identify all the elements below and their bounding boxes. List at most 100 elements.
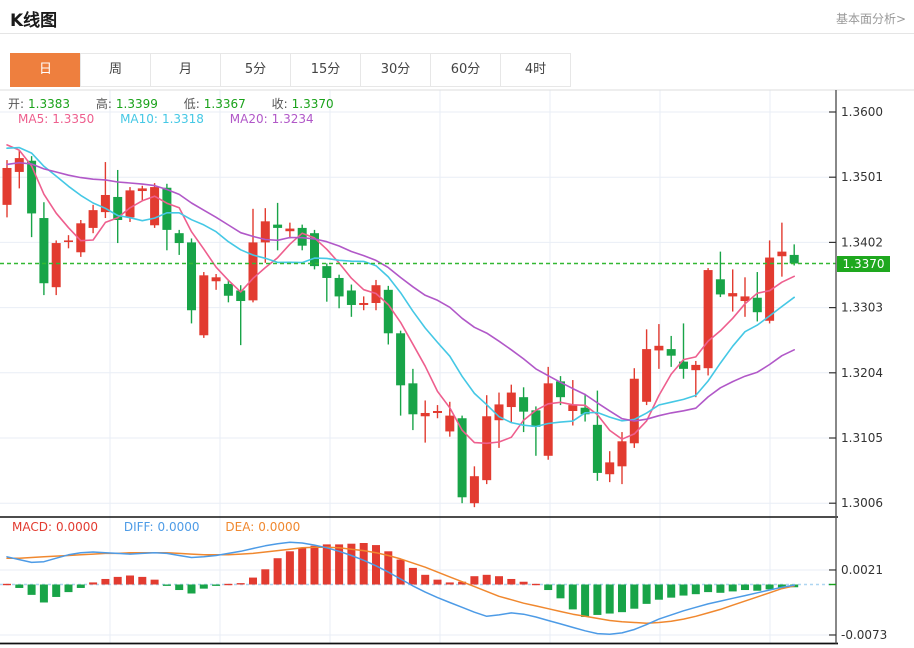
candle-body bbox=[666, 349, 676, 356]
candle-body bbox=[654, 345, 664, 351]
macd-histogram-bar bbox=[593, 584, 602, 615]
kline-chart-canvas[interactable]: 1.3600 1.3501 1.3402 1.3303 1.3204 1.3105 1.30… bbox=[0, 0, 914, 648]
candle-body bbox=[703, 270, 713, 369]
macd-histogram-bar bbox=[285, 551, 294, 585]
candle-body bbox=[162, 187, 172, 230]
macd-histogram-bar bbox=[298, 547, 307, 585]
macd-histogram-bar bbox=[507, 578, 516, 585]
candle-body bbox=[125, 190, 135, 218]
macd-axis-label: 0.0021 bbox=[841, 563, 883, 577]
macd-histogram-bar bbox=[642, 584, 651, 604]
candle-body bbox=[617, 441, 627, 467]
macd-histogram-bar bbox=[556, 584, 565, 599]
macd-histogram-bar bbox=[212, 584, 221, 586]
macd-histogram-bar bbox=[15, 584, 24, 588]
price-axis-label: 1.3105 bbox=[841, 431, 883, 445]
candle-body bbox=[248, 242, 258, 301]
macd-histogram-bar bbox=[654, 584, 663, 600]
candle-body bbox=[174, 233, 184, 244]
macd-histogram-bar bbox=[310, 545, 319, 585]
macd-histogram-bar bbox=[236, 583, 245, 585]
candle-body bbox=[715, 279, 725, 295]
candle-body bbox=[14, 158, 24, 172]
candle-body bbox=[64, 240, 73, 243]
macd-histogram-bar bbox=[445, 582, 454, 585]
price-axis-label: 1.3600 bbox=[841, 105, 883, 119]
macd-histogram-bar bbox=[519, 581, 528, 585]
candle-body bbox=[199, 275, 209, 336]
candle-body bbox=[396, 333, 406, 386]
candle-body bbox=[728, 293, 738, 297]
kline-page: K线图 基本面分析> 日 周 月 5分 15分 30分 60分 4时 1.360… bbox=[0, 0, 914, 648]
macd-histogram-bar bbox=[359, 543, 368, 585]
macd-histogram-bar bbox=[113, 576, 122, 585]
candle-body bbox=[223, 283, 233, 296]
macd-histogram-bar bbox=[224, 583, 233, 586]
macd-histogram-bar bbox=[605, 584, 614, 614]
current-price-tag: 1.3370 bbox=[837, 256, 890, 272]
candle-body bbox=[433, 411, 442, 413]
macd-histogram-bar bbox=[3, 583, 11, 586]
candle-body bbox=[27, 160, 37, 214]
candle-body bbox=[211, 277, 221, 282]
macd-histogram-bar bbox=[52, 584, 61, 597]
candle-body bbox=[543, 383, 553, 456]
macd-histogram-bar bbox=[273, 558, 282, 585]
macd-histogram-bar bbox=[322, 544, 331, 585]
macd-histogram-bar bbox=[568, 584, 577, 610]
macd-histogram-bar bbox=[199, 584, 208, 589]
candle-body bbox=[789, 254, 799, 264]
candle-body bbox=[519, 397, 529, 412]
macd-histogram-bar bbox=[249, 577, 257, 585]
price-axis-label: 1.3501 bbox=[841, 170, 883, 184]
candle-body bbox=[482, 416, 492, 481]
candle-body bbox=[445, 415, 455, 432]
macd-histogram-bar bbox=[150, 579, 159, 585]
macd-histogram-bar bbox=[741, 584, 749, 591]
macd-histogram-bar bbox=[482, 574, 491, 585]
macd-histogram-bar bbox=[89, 582, 98, 585]
macd-histogram-bar bbox=[162, 584, 171, 586]
macd-histogram-bar bbox=[175, 584, 184, 591]
candle-body bbox=[346, 290, 356, 305]
price-axis-label: 1.3402 bbox=[841, 235, 883, 249]
macd-histogram-bar bbox=[753, 584, 762, 591]
candle-body bbox=[273, 224, 283, 228]
candle-body bbox=[137, 188, 147, 192]
macd-histogram-bar bbox=[704, 584, 713, 593]
macd-histogram-bar bbox=[64, 584, 73, 593]
macd-histogram-bar bbox=[433, 579, 442, 585]
macd-histogram-bar bbox=[261, 569, 270, 585]
candle-body bbox=[420, 412, 430, 417]
candle-body bbox=[285, 228, 295, 232]
macd-histogram-bar bbox=[667, 584, 676, 598]
macd-histogram-bar bbox=[618, 584, 626, 613]
macd-histogram-bar bbox=[470, 576, 479, 585]
candle-body bbox=[592, 424, 602, 473]
macd-axis-label: -0.0073 bbox=[841, 628, 887, 642]
macd-histogram-bar bbox=[679, 584, 688, 596]
macd-histogram-bar bbox=[765, 584, 774, 590]
macd-histogram-bar bbox=[421, 574, 430, 585]
candle-body bbox=[568, 405, 578, 412]
candle-body bbox=[469, 476, 479, 504]
candle-body bbox=[752, 297, 762, 313]
price-axis-label: 1.3006 bbox=[841, 496, 883, 510]
macd-histogram-bar bbox=[630, 584, 639, 609]
macd-histogram-bar bbox=[716, 584, 725, 593]
candle-body bbox=[506, 392, 516, 408]
macd-histogram-bar bbox=[408, 567, 417, 585]
macd-histogram-bar bbox=[27, 584, 36, 595]
macd-histogram-bar bbox=[187, 584, 196, 594]
candle-body bbox=[777, 251, 787, 257]
macd-histogram-bar bbox=[581, 584, 590, 618]
candle-body bbox=[383, 289, 393, 334]
macd-histogram-bar bbox=[691, 584, 700, 595]
dea-line bbox=[6, 546, 795, 624]
macd-histogram-bar bbox=[101, 578, 110, 585]
macd-histogram-bar bbox=[728, 584, 737, 592]
candle-body bbox=[322, 266, 332, 278]
macd-histogram-bar bbox=[531, 583, 540, 586]
candle-body bbox=[359, 302, 369, 305]
macd-histogram-bar bbox=[126, 575, 134, 585]
